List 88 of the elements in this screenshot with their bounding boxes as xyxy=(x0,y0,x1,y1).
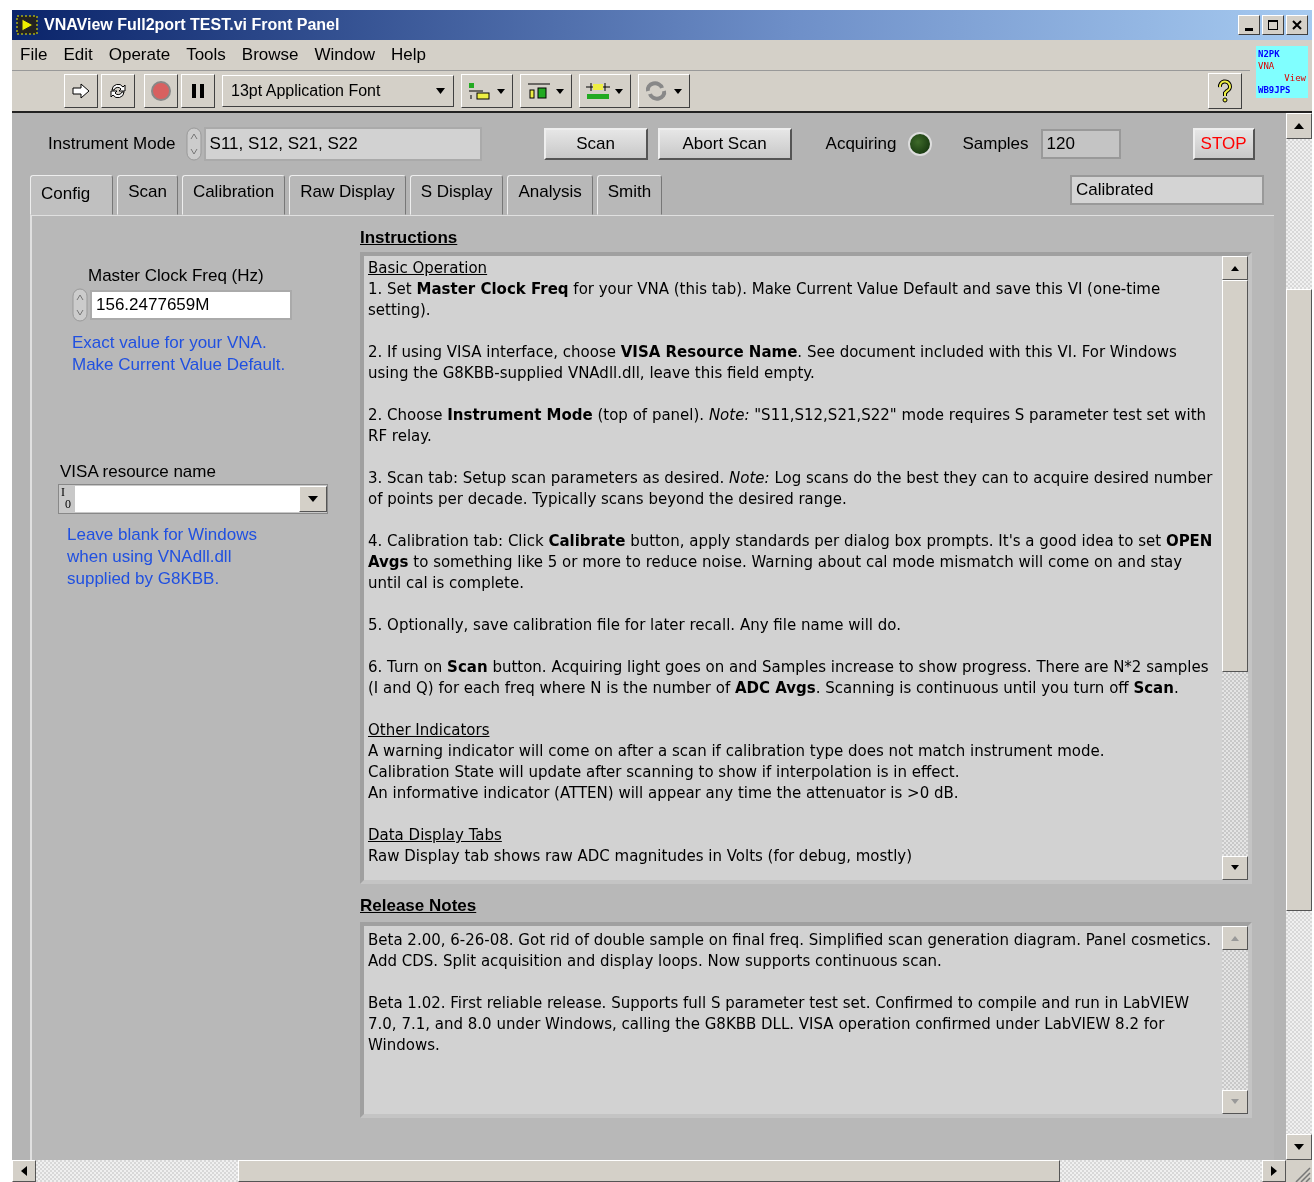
visa-resource-dropdown[interactable]: I 0 xyxy=(58,484,328,514)
vi-logo: N2PK VNA View WB9JPS xyxy=(1256,46,1308,98)
abort-button[interactable] xyxy=(144,74,178,108)
samples-label: Samples xyxy=(962,134,1029,154)
tab[interactable]: Scan xyxy=(117,175,178,215)
instruction-text: Basic Operation xyxy=(368,258,489,279)
clock-freq-field[interactable]: 156.2477659M xyxy=(90,290,292,320)
run-button[interactable] xyxy=(64,74,98,108)
menu-item[interactable]: Tools xyxy=(186,45,226,65)
right-arrow-icon xyxy=(1270,1165,1278,1177)
menu-item[interactable]: Help xyxy=(391,45,426,65)
align-button[interactable] xyxy=(461,74,513,108)
menu-item[interactable]: Browse xyxy=(241,45,299,65)
note-text: Leave blank for Windows xyxy=(67,524,258,546)
app-icon xyxy=(16,15,38,35)
menu-item[interactable]: Edit xyxy=(63,45,93,65)
run-continuously-button[interactable] xyxy=(101,74,135,108)
note-text: Make Current Value Default. xyxy=(72,354,287,376)
scrollbar[interactable] xyxy=(1222,256,1248,880)
release-note-text: Beta 2.00, 6-26-08. Got rid of double sample on final freq. Simplified scan generation diagram. Panel cosmetics. Add CDS. Split acquisition and display loops. Now supports continuous scan. xyxy=(368,930,1212,972)
instruction-text: An informative indicator (ATTEN) will appear any time the attenuator is >0 dB. xyxy=(368,783,960,804)
horizontal-scrollbar[interactable] xyxy=(12,1160,1312,1182)
minimize-icon xyxy=(1245,27,1253,31)
font-dropdown[interactable]: 13pt Application Font xyxy=(222,75,454,107)
note-text: when using VNAdll.dll xyxy=(67,546,233,568)
help-icon xyxy=(1215,78,1235,104)
menu-item[interactable]: Operate xyxy=(108,45,171,65)
resize-button[interactable] xyxy=(579,74,631,108)
visa-label: VISA resource name xyxy=(60,462,217,482)
instruction-text: 1. Set Master Clock Freq for your VNA (this tab). Make Current Value Default and save this VI (one-time setting). xyxy=(368,279,1162,321)
down-arrow-icon xyxy=(1230,1098,1240,1106)
minimize-button[interactable] xyxy=(1238,15,1260,35)
abort-scan-button[interactable]: Abort Scan xyxy=(657,128,792,160)
up-arrow-icon xyxy=(1230,934,1240,942)
clock-label: Master Clock Freq (Hz) xyxy=(88,266,265,286)
acquiring-label: Acquiring xyxy=(825,134,897,154)
down-arrow-icon xyxy=(1293,1143,1305,1151)
instruction-text: Calibration State will update after scanning to show if interpolation is in effect. xyxy=(368,762,961,783)
tab[interactable]: Config xyxy=(30,175,114,215)
instruction-text: 3. Scan tab: Setup scan parameters as desired. Note: Log scans do the best they can to acquire desired number of points per decade. Typically scans beyond the desired range. xyxy=(368,468,1214,510)
menu-item[interactable]: File xyxy=(20,45,48,65)
scrollbar[interactable] xyxy=(1222,926,1248,1114)
pause-icon xyxy=(190,82,206,100)
maximize-icon xyxy=(1267,19,1279,31)
pause-button[interactable] xyxy=(181,74,215,108)
mode-ring-field[interactable]: S11, S12, S21, S22 xyxy=(203,127,482,161)
tab[interactable]: Smith xyxy=(596,175,663,215)
io-label: I 0 xyxy=(60,485,72,513)
instruction-text: Other Indicators xyxy=(368,720,491,741)
window-scrollbar[interactable] xyxy=(1286,113,1312,1160)
up-arrow-icon xyxy=(1293,122,1305,130)
instruction-text: 5. Optionally, save calibration file for later recall. Any file name will do. xyxy=(368,615,902,636)
tab[interactable]: Raw Display xyxy=(289,175,406,215)
note-text: supplied by G8KBB. xyxy=(67,568,221,590)
left-arrow-icon xyxy=(20,1165,28,1177)
stop-circle-icon xyxy=(150,80,172,102)
close-icon xyxy=(1291,19,1303,31)
release-note-text: Beta 1.02. First reliable release. Supports full S parameter test set. Confirmed to compile and run in LabVIEW 7.0, 7.1, and 8.0 under Windows, calling the G8KBB DLL. VISA operation confirmed under LabVIEW 8.2 for Windows. xyxy=(368,993,1190,1056)
menu-item[interactable]: Window xyxy=(314,45,375,65)
instruction-text: A warning indicator will come on after a scan if calibration type does not match instrument mode. xyxy=(368,741,1106,762)
distribute-button[interactable] xyxy=(520,74,572,108)
up-arrow-icon xyxy=(1230,264,1240,272)
caret-icon xyxy=(436,88,445,94)
tab[interactable]: Calibration xyxy=(181,175,286,215)
close-button[interactable] xyxy=(1286,15,1308,35)
section-title: Instructions xyxy=(360,228,459,248)
reorder-button[interactable] xyxy=(638,74,690,108)
instruction-text: 2. Choose Instrument Mode (top of panel). Note: "S11,S12,S21,S22" mode requires S parameter test set with RF relay. xyxy=(368,405,1208,447)
tab[interactable]: Analysis xyxy=(507,175,593,215)
caret-icon xyxy=(307,494,319,504)
cycle-arrows-icon xyxy=(107,81,129,101)
maximize-button[interactable] xyxy=(1262,15,1284,35)
instruction-text: Raw Display tab shows raw ADC magnitudes in Volts (for debug, mostly) xyxy=(368,846,914,867)
calibration-state-indicator: Calibrated xyxy=(1070,175,1264,205)
instruction-text: 6. Turn on Scan button. Acquiring light goes on and Samples increase to show progress. There are N*2 samples (I and Q) for each freq where N is the number of ADC Avgs. Scanning is continuous until you turn off Scan. xyxy=(368,657,1210,699)
instruction-text: 4. Calibration tab: Click Calibrate button, apply standards per dialog box prompts. It's a good idea to set OPEN Avgs to something like 5 or more to reduce noise. Warning about cal mode mismatch will come on and stay until cal is complete. xyxy=(368,531,1214,594)
scan-button[interactable]: Scan xyxy=(543,128,648,160)
note-text: Exact value for your VNA. xyxy=(72,332,268,354)
window-title: VNAView Full2port TEST.vi Front Panel xyxy=(44,16,340,34)
instruction-text: Data Display Tabs xyxy=(368,825,503,846)
field-label: Instrument Mode xyxy=(48,134,176,154)
arrow-icon xyxy=(70,81,92,101)
tab[interactable]: S Display xyxy=(409,175,504,215)
section-title: Release Notes xyxy=(360,896,478,916)
down-arrow-icon xyxy=(1230,864,1240,872)
samples-indicator: 120 xyxy=(1040,129,1121,159)
instruction-text: 2. If using VISA interface, choose VISA Resource Name. See document included with this VI. For Windows using the G8KBB-supplied VNAdll.dll, leave this field empty. xyxy=(368,342,1178,384)
help-button[interactable] xyxy=(1208,73,1242,109)
